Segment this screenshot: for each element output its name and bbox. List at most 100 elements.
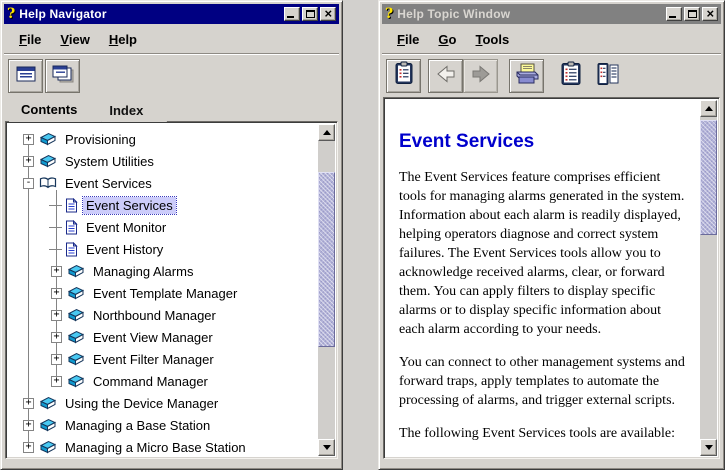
- open-book-icon: [39, 176, 57, 190]
- tree-item-label[interactable]: Northbound Manager: [90, 307, 219, 324]
- menu-item[interactable]: View: [55, 30, 94, 49]
- scrollbar-thumb[interactable]: [318, 172, 335, 347]
- tree-item-label[interactable]: Using the Device Manager: [62, 395, 221, 412]
- closed-book-icon: [67, 352, 85, 366]
- closed-book-icon: [39, 132, 57, 146]
- tree-connector-stub: [49, 205, 62, 206]
- forward-button[interactable]: [463, 59, 498, 93]
- tree-connector-stub: [49, 227, 62, 228]
- cascade-windows-icon: [51, 64, 75, 89]
- master-index-icon: [596, 61, 620, 92]
- paragraph: You can connect to other management syst…: [399, 353, 690, 410]
- tab[interactable]: Index: [97, 102, 167, 122]
- tree-item[interactable]: + Command Manager: [8, 370, 317, 392]
- tree-expander-toggle[interactable]: +: [51, 310, 62, 321]
- back-button[interactable]: [428, 59, 463, 93]
- closed-book-icon: [39, 396, 57, 410]
- tree-item-label[interactable]: System Utilities: [62, 153, 157, 170]
- contents-tree-panel: + Provisioning +: [5, 121, 338, 459]
- tree-item-label[interactable]: Event Template Manager: [90, 285, 240, 302]
- single-window-icon: [15, 65, 37, 88]
- tree-expander-toggle[interactable]: -: [23, 178, 34, 189]
- maximize-button[interactable]: [684, 7, 700, 21]
- tree-item-label[interactable]: Event Services: [62, 175, 155, 192]
- view-topics-button[interactable]: [386, 59, 421, 93]
- tree-item[interactable]: + Provisioning: [8, 128, 317, 150]
- topic-list-icon: [560, 61, 582, 92]
- tree-item[interactable]: + Using the Device Manager: [8, 392, 317, 414]
- minimize-button[interactable]: [666, 7, 682, 21]
- tree-item[interactable]: + System Utilities: [8, 150, 317, 172]
- tree-item[interactable]: + Managing a Base Station: [8, 414, 317, 436]
- single-window-button[interactable]: [8, 59, 43, 93]
- tree-expander-toggle[interactable]: +: [51, 288, 62, 299]
- page-icon: [65, 198, 78, 213]
- minimize-button[interactable]: [284, 7, 300, 21]
- topic-list-button[interactable]: [555, 59, 587, 93]
- tree-expander-toggle[interactable]: +: [23, 442, 34, 453]
- forward-arrow-icon: [469, 64, 493, 89]
- tree-item[interactable]: + Event Filter Manager: [8, 348, 317, 370]
- maximize-button[interactable]: [302, 7, 318, 21]
- close-button[interactable]: [702, 7, 718, 21]
- menu-item[interactable]: Tools: [471, 30, 515, 49]
- tree-item-label[interactable]: Managing Alarms: [90, 263, 196, 280]
- menu-item[interactable]: Go: [433, 30, 461, 49]
- menu-separator: [4, 53, 339, 55]
- help-navigator-titlebar[interactable]: ? Help Navigator: [4, 4, 339, 24]
- tree-expander-toggle[interactable]: +: [23, 134, 34, 145]
- scroll-down-button[interactable]: [318, 439, 335, 456]
- tree-item[interactable]: + Event View Manager: [8, 326, 317, 348]
- cascade-windows-button[interactable]: [45, 59, 80, 93]
- tree-item[interactable]: + Managing Alarms: [8, 260, 317, 282]
- tree-expander-toggle[interactable]: +: [51, 376, 62, 387]
- master-index-button[interactable]: [592, 59, 624, 93]
- tree-expander-toggle[interactable]: +: [51, 266, 62, 277]
- navigator-toolbar: [8, 58, 80, 94]
- tree-item-label[interactable]: Event History: [83, 241, 166, 258]
- tree-item-label[interactable]: Command Manager: [90, 373, 211, 390]
- help-topic-titlebar[interactable]: ? Help Topic Window: [382, 4, 721, 24]
- closed-book-icon: [39, 154, 57, 168]
- tree-item-label[interactable]: Managing a Base Station: [62, 417, 213, 434]
- contents-tree: + Provisioning +: [8, 124, 317, 456]
- tree-item[interactable]: Event Services: [8, 194, 317, 216]
- tree-item-label[interactable]: Event View Manager: [90, 329, 216, 346]
- vertical-scrollbar[interactable]: [700, 100, 717, 456]
- scroll-up-button[interactable]: [700, 100, 717, 117]
- tree-item-label[interactable]: Event Monitor: [83, 219, 169, 236]
- menu-item[interactable]: File: [392, 30, 424, 49]
- topic-content: Event Services The Event Services featur…: [386, 100, 698, 456]
- print-button[interactable]: [509, 59, 544, 93]
- scroll-up-button[interactable]: [318, 124, 335, 141]
- topic-paragraphs: The Event Services feature comprises eff…: [399, 168, 690, 443]
- tree-item[interactable]: + Northbound Manager: [8, 304, 317, 326]
- tab[interactable]: Contents: [9, 98, 101, 122]
- scroll-down-button[interactable]: [700, 439, 717, 456]
- menu-bar: File View Help: [5, 28, 338, 51]
- tree-expander-toggle[interactable]: +: [51, 332, 62, 343]
- menu-item[interactable]: Help: [104, 30, 142, 49]
- topic-toolbar: [386, 58, 624, 94]
- topic-heading: Event Services: [399, 132, 690, 151]
- help-navigator-window: ? Help Navigator File View Help: [0, 0, 343, 470]
- tree-item[interactable]: + Event Template Manager: [8, 282, 317, 304]
- tree-expander-toggle[interactable]: +: [23, 420, 34, 431]
- tree-item[interactable]: + Managing a Micro Base Station: [8, 436, 317, 456]
- tree-item[interactable]: Event Monitor: [8, 216, 317, 238]
- vertical-scrollbar[interactable]: [318, 124, 335, 456]
- tree-item[interactable]: Event History: [8, 238, 317, 260]
- tree-item-label[interactable]: Event Filter Manager: [90, 351, 217, 368]
- help-topic-window: ? Help Topic Window File Go Tools: [378, 0, 725, 470]
- close-button[interactable]: [320, 7, 336, 21]
- tree-expander-toggle[interactable]: +: [23, 398, 34, 409]
- menu-item[interactable]: File: [14, 30, 46, 49]
- tree-item-label[interactable]: Managing a Micro Base Station: [62, 439, 249, 456]
- tree-item[interactable]: - Event Services: [8, 172, 317, 194]
- tree-item-label[interactable]: Event Services: [83, 197, 176, 214]
- tree-expander-toggle[interactable]: +: [23, 156, 34, 167]
- scrollbar-thumb[interactable]: [700, 120, 717, 235]
- menu-bar: File Go Tools: [383, 28, 720, 51]
- tree-item-label[interactable]: Provisioning: [62, 131, 139, 148]
- tree-expander-toggle[interactable]: +: [51, 354, 62, 365]
